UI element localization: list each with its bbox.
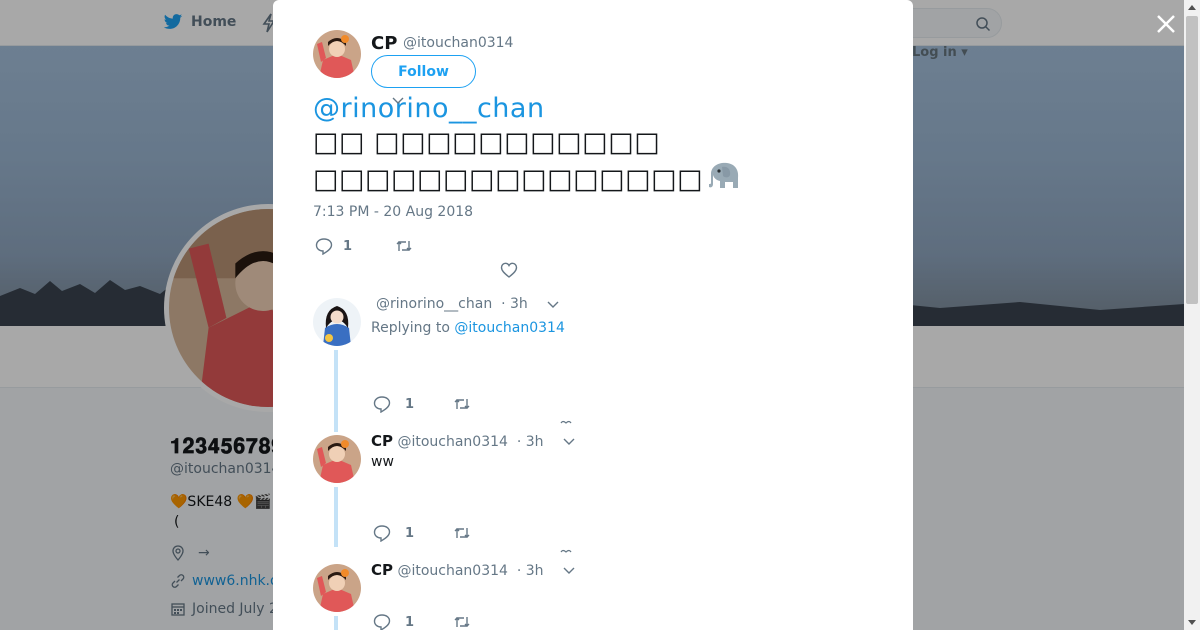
like-icon-partial[interactable] (560, 549, 572, 553)
reply-author-name[interactable]: CP (371, 561, 393, 579)
reply-count: 1 (405, 614, 415, 630)
tweet-mention-link[interactable]: @rinorino__chan (313, 92, 653, 126)
like-icon-partial[interactable] (560, 420, 572, 424)
chevron-down-icon[interactable] (563, 438, 575, 446)
retweet-icon (396, 241, 412, 251)
reply-icon (315, 238, 333, 255)
scroll-thumb[interactable] (1186, 16, 1198, 304)
reply-header: CP @itouchan0314 · 3h (371, 432, 544, 450)
reply-icon (373, 525, 391, 542)
reply-handle[interactable]: @itouchan0314 (397, 563, 507, 579)
chevron-down-icon[interactable] (563, 567, 575, 575)
follow-button[interactable]: Follow (371, 55, 476, 88)
scroll-up-arrow[interactable] (1188, 5, 1196, 10)
reply-author-name[interactable]: CP (371, 432, 393, 450)
reply-handle[interactable]: @rinorino__chan (376, 296, 492, 312)
chevron-down-icon[interactable] (392, 97, 404, 105)
retweet-icon (454, 399, 470, 409)
reply-action[interactable]: 1 (373, 395, 414, 413)
reply-time[interactable]: · 3h (517, 563, 544, 579)
tweet-text-line: □□ □□□□□□□□□□□ (313, 127, 661, 158)
retweet-action[interactable] (453, 395, 471, 413)
reply-action[interactable]: 1 (373, 524, 414, 542)
avatar-image (313, 435, 361, 483)
reply-count: 1 (405, 396, 415, 412)
tweet-text-line: □□□□□□□□□□□□□□□ (313, 164, 704, 195)
retweet-icon (454, 528, 470, 538)
thread-connector (334, 487, 338, 547)
avatar-image (313, 298, 361, 346)
tweet-author-handle[interactable]: @itouchan0314 (403, 35, 513, 51)
retweet-action[interactable] (453, 524, 471, 542)
like-action[interactable] (500, 261, 518, 279)
reply-count: 1 (405, 525, 415, 541)
close-icon[interactable] (1155, 13, 1177, 35)
reply-avatar[interactable] (313, 435, 361, 483)
reply-time[interactable]: · 3h (517, 434, 544, 450)
reply-icon (373, 396, 391, 413)
elephant-emoji (709, 162, 739, 188)
reply-icon (373, 614, 391, 630)
reply-action[interactable]: 1 (315, 237, 352, 255)
tweet-author-avatar[interactable] (313, 30, 361, 78)
reply-header: @rinorino__chan · 3h (376, 296, 528, 312)
reply-handle[interactable]: @itouchan0314 (397, 434, 507, 450)
chevron-down-icon[interactable] (547, 301, 559, 309)
tweet-text: @rinorino__chan □□ □□□□□□□□□□□ □□□□□□□□□… (313, 92, 739, 197)
retweet-action[interactable] (453, 613, 471, 630)
reply-action[interactable]: 1 (373, 613, 414, 630)
avatar-image (313, 30, 361, 78)
reply-avatar[interactable] (313, 298, 361, 346)
reply-text: ww (371, 454, 394, 470)
reply-header: CP @itouchan0314 · 3h (371, 561, 544, 579)
reply-time[interactable]: · 3h (501, 296, 528, 312)
replying-to-link[interactable]: @itouchan0314 (454, 320, 564, 336)
retweet-action[interactable] (395, 237, 413, 255)
reply-count: 1 (343, 238, 353, 254)
like-icon (500, 262, 518, 278)
tweet-text-line-with-emoji: □□□□□□□□□□□□□□□ (313, 160, 739, 197)
scroll-down-arrow[interactable] (1188, 620, 1196, 625)
replying-to: Replying to @itouchan0314 (371, 320, 565, 336)
replying-prefix: Replying to (371, 320, 450, 336)
retweet-icon (454, 617, 470, 627)
thread-connector (334, 350, 338, 432)
avatar-image (313, 564, 361, 612)
reply-avatar[interactable] (313, 564, 361, 612)
tweet-permalink-modal: CP @itouchan0314 Follow @rinorino__chan … (273, 0, 913, 630)
tweet-author-name[interactable]: CP (371, 33, 397, 54)
tweet-timestamp[interactable]: 7:13 PM - 20 Aug 2018 (313, 204, 473, 220)
thread-connector (334, 616, 338, 630)
page-scrollbar[interactable] (1184, 0, 1200, 630)
